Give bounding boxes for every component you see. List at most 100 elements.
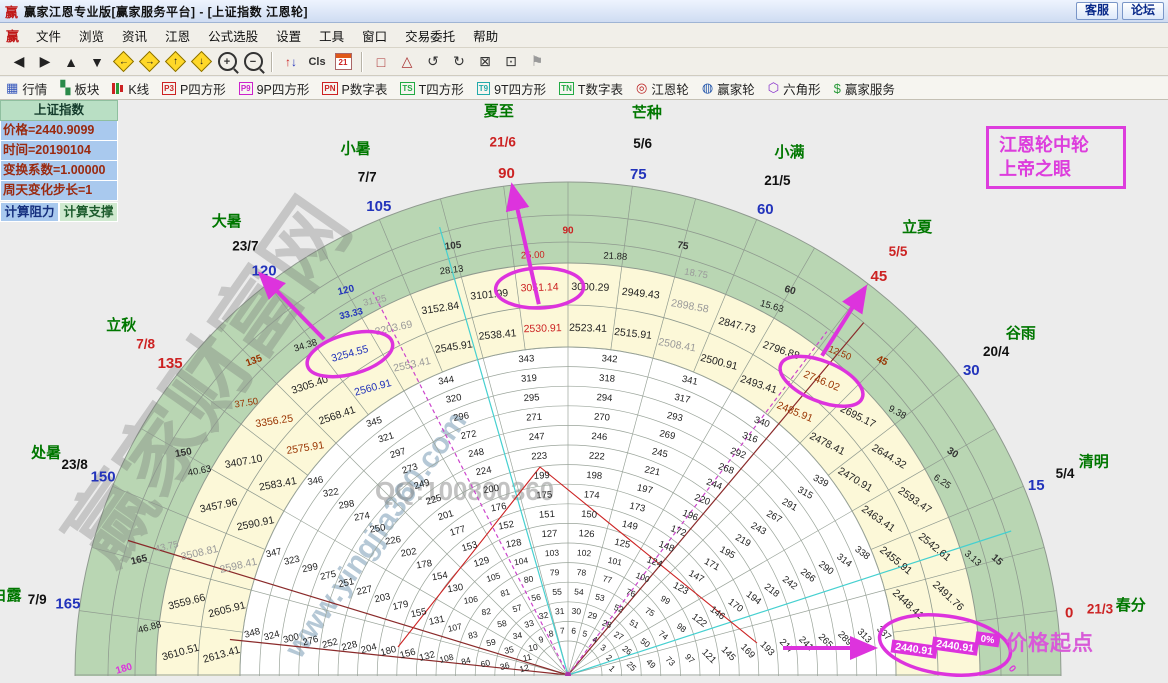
gann-wheel-icon: ◎ (636, 80, 647, 96)
toolbar-nav-forward-icon[interactable]: ▶ (33, 51, 57, 73)
toolbar-t-square-label: T四方形 (419, 79, 464, 98)
menu-交易委托[interactable]: 交易委托 (396, 24, 464, 47)
toolbar-p-table[interactable]: PNP数字表 (322, 79, 387, 98)
menu-文件[interactable]: 文件 (27, 24, 70, 47)
svg-text:立秋: 立秋 (106, 316, 137, 334)
toolbar-draw-square-icon[interactable]: □ (369, 51, 393, 73)
winner-wheel-icon: ◍ (702, 80, 713, 96)
toolbar-clear-icon[interactable]: Cls (305, 51, 329, 73)
winner-service-icon: $ (834, 81, 841, 96)
toolbar-sectors[interactable]: ▚板块 (60, 79, 99, 98)
toolbar-flag-icon[interactable]: ⚑ (525, 51, 549, 73)
toolbar-pan-up-icon[interactable]: ↑ (163, 51, 187, 73)
toolbar-pan-left-icon[interactable]: ← (111, 51, 135, 73)
svg-text:5/6: 5/6 (633, 136, 652, 151)
svg-text:5/4: 5/4 (1056, 466, 1075, 481)
svg-text:135: 135 (158, 355, 183, 372)
svg-text:246: 246 (591, 431, 608, 443)
svg-text:白露: 白露 (0, 586, 22, 604)
svg-text:21/3: 21/3 (1087, 601, 1114, 616)
svg-text:174: 174 (583, 489, 600, 501)
menu-江恩[interactable]: 江恩 (156, 24, 199, 47)
svg-text:75: 75 (677, 240, 690, 253)
toolbar-rotate-ccw-icon[interactable]: ↺ (421, 51, 445, 73)
svg-text:处暑: 处暑 (30, 443, 61, 461)
svg-text:大暑: 大暑 (212, 212, 242, 230)
toolbar-t-table[interactable]: TNT数字表 (559, 79, 623, 98)
toolbar-delete-box-icon[interactable]: ⊠ (473, 51, 497, 73)
svg-text:222: 222 (588, 450, 605, 462)
sectors-icon: ▚ (60, 80, 70, 96)
svg-text:谷雨: 谷雨 (1006, 325, 1036, 342)
svg-text:90: 90 (562, 226, 574, 237)
svg-text:165: 165 (55, 596, 80, 613)
toolbar-hexagon[interactable]: ⬡六角形 (768, 79, 821, 98)
panel-row-0: 价格=2440.9099 (0, 121, 118, 141)
svg-text:150: 150 (91, 469, 116, 486)
toolbar-separator (361, 52, 363, 72)
toolbar-9t-square[interactable]: T99T四方形 (477, 79, 546, 98)
toolbar-pan-down-icon[interactable]: ↓ (189, 51, 213, 73)
svg-text:QQ:100800360: QQ:100800360 (375, 476, 554, 506)
toolbar-invert-updown-icon[interactable]: ↑↓ (279, 51, 303, 73)
panel-button-resistance[interactable]: 计算阻力 (0, 202, 59, 222)
toolbar-nav-down-icon[interactable]: ▼ (85, 51, 109, 73)
svg-text:31: 31 (555, 606, 565, 617)
svg-text:318: 318 (599, 373, 616, 385)
titlebar-button-service[interactable]: 客服 (1076, 2, 1118, 20)
menu-工具[interactable]: 工具 (310, 24, 353, 47)
svg-text:198: 198 (586, 470, 603, 482)
menu-帮助[interactable]: 帮助 (464, 24, 507, 47)
svg-text:立夏: 立夏 (902, 218, 933, 236)
menu-窗口[interactable]: 窗口 (353, 24, 396, 47)
svg-text:34: 34 (512, 630, 523, 641)
toolbar-winner-service[interactable]: $赢家服务 (834, 79, 895, 98)
toolbar-t-square[interactable]: TST四方形 (400, 79, 463, 98)
app-logo: 赢 (6, 26, 19, 45)
toolbar-zoom-in-icon[interactable]: + (215, 51, 239, 73)
svg-text:199: 199 (534, 470, 550, 482)
toolbar-p-square[interactable]: P3P四方形 (162, 79, 226, 98)
svg-text:2530.91: 2530.91 (523, 322, 561, 335)
menu-浏览[interactable]: 浏览 (70, 24, 113, 47)
menu-bar: 赢 文件浏览资讯江恩公式选股设置工具窗口交易委托帮助 (0, 23, 1168, 48)
svg-text:54: 54 (574, 586, 584, 597)
9t-square-icon: T9 (477, 82, 490, 95)
svg-text:271: 271 (526, 412, 542, 424)
toolbar-zoom-out-icon[interactable]: − (241, 51, 265, 73)
svg-text:小满: 小满 (774, 143, 804, 161)
titlebar-button-forum[interactable]: 论坛 (1122, 2, 1164, 20)
toolbar-rotate-cw-icon[interactable]: ↻ (447, 51, 471, 73)
toolbar-gann-wheel[interactable]: ◎江恩轮 (636, 79, 689, 98)
panel-row-1: 时间=20190104 (0, 141, 118, 161)
toolbar-winner-wheel[interactable]: ◍赢家轮 (702, 79, 755, 98)
toolbar-nav-up-icon[interactable]: ▲ (59, 51, 83, 73)
toolbar-kline[interactable]: K线 (112, 79, 149, 98)
svg-text:294: 294 (596, 392, 613, 404)
svg-text:175: 175 (536, 489, 552, 501)
toolbar-separator (271, 52, 273, 72)
main-toolbar: ◀▶▲▼←→↑↓+−↑↓Cls21□△↺↻⊠⊡⚑ (0, 48, 1168, 76)
svg-text:105: 105 (444, 240, 462, 253)
title-bar: 赢 赢家江恩专业版[赢家服务平台] - [上证指数 江恩轮] 客服论坛 (0, 0, 1168, 23)
menu-公式选股[interactable]: 公式选股 (199, 24, 267, 47)
toolbar-center-view-icon[interactable]: ⊡ (499, 51, 523, 73)
svg-text:7/7: 7/7 (358, 170, 377, 185)
menu-设置[interactable]: 设置 (267, 24, 310, 47)
toolbar-p-table-label: P数字表 (342, 79, 388, 98)
toolbar-9p-square[interactable]: P99P四方形 (239, 79, 310, 98)
toolbar-quotes[interactable]: ▦行情 (6, 79, 47, 98)
menu-资讯[interactable]: 资讯 (113, 24, 156, 47)
svg-text:55: 55 (552, 586, 562, 597)
toolbar-gann-wheel-label: 江恩轮 (651, 79, 689, 98)
svg-text:102: 102 (577, 547, 592, 558)
9p-square-icon: P9 (239, 82, 253, 95)
toolbar-nav-back-icon[interactable]: ◀ (7, 51, 31, 73)
annotation-line1: 江恩轮中轮 (999, 133, 1123, 157)
panel-button-support[interactable]: 计算支撑 (59, 202, 118, 222)
svg-text:270: 270 (594, 412, 611, 424)
toolbar-pan-right-icon[interactable]: → (137, 51, 161, 73)
svg-text:45: 45 (871, 268, 888, 285)
toolbar-calendar-icon[interactable]: 21 (331, 51, 355, 73)
toolbar-draw-triangle-icon[interactable]: △ (395, 51, 419, 73)
